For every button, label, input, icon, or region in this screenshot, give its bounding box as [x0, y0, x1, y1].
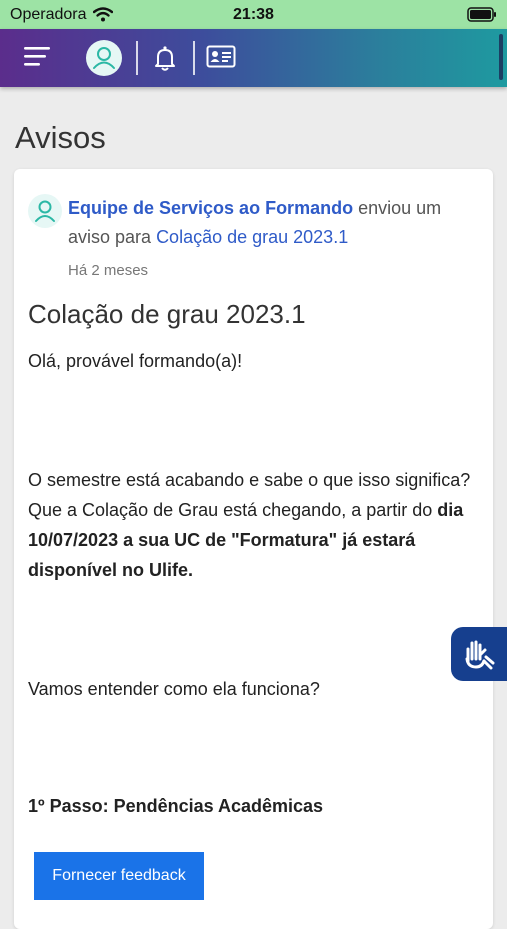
feedback-button[interactable]: Fornecer feedback — [34, 852, 204, 900]
page-title: Avisos — [15, 120, 106, 155]
battery-icon — [467, 7, 496, 22]
notice-question: Vamos entender como ela funciona? — [28, 679, 320, 699]
notice-timestamp: Há 2 meses — [68, 262, 149, 279]
toolbar-divider — [136, 41, 138, 75]
status-bar: Operadora 21:38 — [0, 0, 507, 29]
target-link[interactable]: Colação de grau 2023.1 — [156, 227, 348, 247]
bell-icon[interactable] — [150, 43, 180, 73]
notice-card: Equipe de Serviços ao Formando enviou um… — [14, 169, 493, 929]
accessibility-button[interactable] — [451, 627, 507, 681]
sender-avatar-icon — [28, 194, 62, 228]
sender-link[interactable]: Equipe de Serviços ao Formando — [68, 198, 353, 218]
app-top-bar — [0, 29, 507, 87]
menu-icon[interactable] — [24, 45, 52, 67]
user-avatar-icon[interactable] — [86, 40, 122, 76]
wifi-icon — [92, 7, 113, 22]
status-carrier-group: Operadora — [10, 6, 113, 24]
notice-header-text: Equipe de Serviços ao Formando enviou um… — [68, 194, 468, 252]
topbar-scroll-indicator — [499, 34, 503, 80]
carrier-name: Operadora — [10, 5, 87, 23]
sign-language-icon — [465, 640, 495, 670]
notice-paragraph: O semestre está acabando e sabe o que is… — [28, 465, 483, 585]
toolbar-divider — [193, 41, 195, 75]
id-card-icon[interactable] — [206, 44, 236, 70]
notice-paragraph-intro: O semestre está acabando e sabe o que is… — [28, 470, 471, 520]
notice-step-heading: 1º Passo: Pendências Acadêmicas — [28, 796, 324, 816]
notice-greeting: Olá, provável formando(a)! — [28, 351, 243, 371]
notice-title: Colação de grau 2023.1 — [28, 299, 306, 329]
